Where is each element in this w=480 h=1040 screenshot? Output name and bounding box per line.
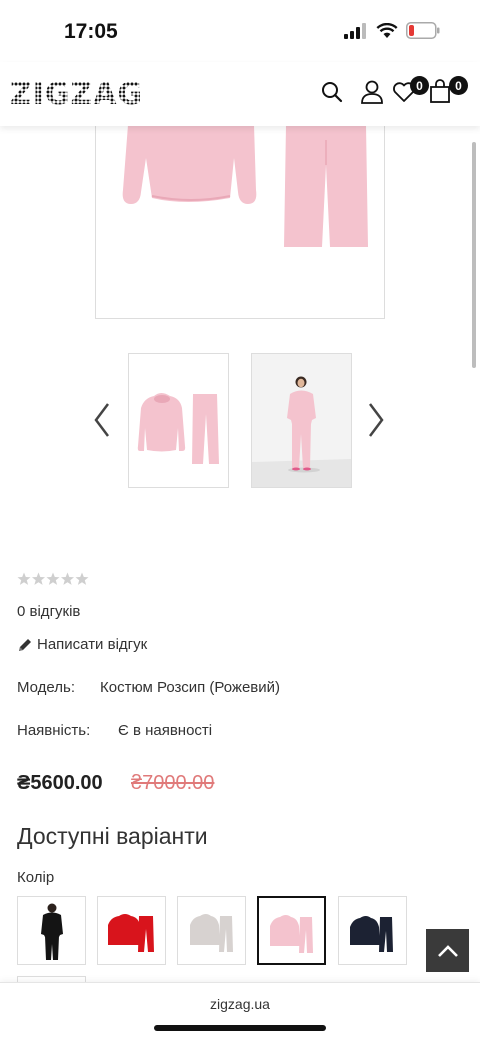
model-value: Костюм Розсип (Рожевий): [100, 679, 281, 696]
color-swatch-black-model[interactable]: [17, 896, 86, 965]
navy-suit-image: [350, 916, 393, 952]
pink-suit-image: [122, 125, 368, 247]
pink-suit-flatlay-image: [137, 393, 219, 464]
chevron-up-icon: [437, 944, 458, 957]
red-suit-image: [108, 914, 154, 952]
account-icon[interactable]: [360, 79, 384, 105]
battery-icon: [406, 22, 440, 39]
write-review-label: Написати відгук: [37, 636, 148, 653]
wishlist-count-badge: 0: [410, 76, 429, 95]
status-bar: 17:05: [0, 0, 480, 62]
zigzag-logo[interactable]: ZIGZAG: [10, 77, 144, 113]
main-product-image[interactable]: [95, 100, 385, 319]
old-price: ₴7000.00: [131, 772, 215, 794]
write-review-link[interactable]: Написати відгук: [17, 636, 147, 653]
pencil-icon: [19, 638, 31, 651]
color-swatch-red[interactable]: [97, 896, 166, 965]
cart-bag-icon[interactable]: [429, 78, 451, 104]
status-icons: [344, 22, 440, 39]
gallery-thumb-model[interactable]: [251, 353, 352, 488]
status-time: 17:05: [64, 20, 118, 43]
logo-text: ZIGZAG: [10, 78, 143, 108]
site-header: ZIGZAG 0 0: [0, 62, 480, 126]
availability-value: Є в наявності: [118, 722, 213, 739]
cart-count-badge: 0: [449, 76, 468, 95]
color-label: Колір: [17, 869, 55, 886]
gallery-next-arrow-icon[interactable]: [366, 400, 386, 440]
availability-label: Наявність:: [17, 722, 91, 739]
gallery-thumb-flatlay[interactable]: [128, 353, 229, 488]
current-price: ₴5600.00: [17, 772, 103, 794]
url-text[interactable]: zigzag.ua: [0, 996, 480, 1012]
rating-stars: [17, 572, 89, 586]
browser-url-bar[interactable]: zigzag.ua: [0, 982, 480, 1040]
home-indicator[interactable]: [154, 1025, 326, 1031]
gallery-prev-arrow-icon[interactable]: [92, 400, 112, 440]
color-swatch-grey[interactable]: [177, 896, 246, 965]
black-suit-model-image: [41, 903, 63, 960]
grey-suit-image: [190, 914, 233, 952]
pink-suit-swatch-image: [270, 915, 313, 953]
reviews-count-link[interactable]: 0 відгуків: [17, 603, 80, 620]
page-scrollbar[interactable]: [472, 142, 476, 368]
color-swatch-navy[interactable]: [338, 896, 407, 965]
wifi-icon: [376, 22, 398, 38]
color-swatch-pink-selected[interactable]: [257, 896, 326, 965]
model-pink-suit-image: [252, 354, 351, 487]
search-icon[interactable]: [320, 80, 344, 104]
model-label: Модель:: [17, 679, 76, 696]
star-rating-icon: [17, 572, 89, 585]
back-to-top-button[interactable]: [426, 929, 469, 972]
variants-title: Доступні варіанти: [17, 823, 208, 849]
signal-icon: [344, 22, 366, 39]
